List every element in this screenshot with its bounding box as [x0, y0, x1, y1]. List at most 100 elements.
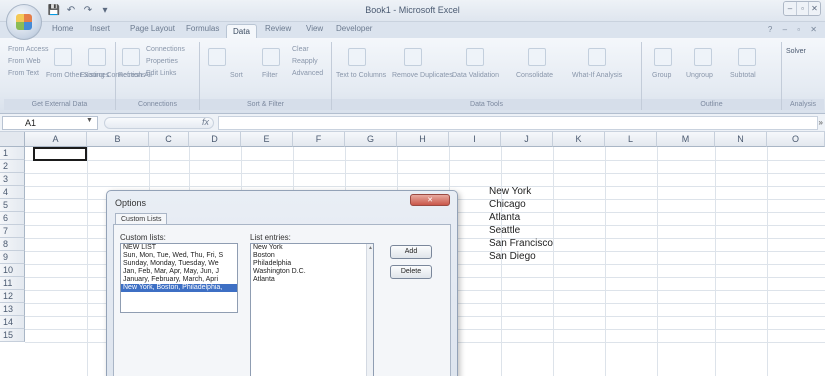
data-validation-button[interactable]: Data Validation [452, 72, 499, 79]
custom-list-item[interactable]: Jan, Feb, Mar, Apr, May, Jun, J [121, 268, 237, 276]
row-header-7[interactable]: 7 [0, 225, 25, 238]
cell-j7[interactable]: San Francisco [489, 238, 553, 249]
row-header-14[interactable]: 14 [0, 316, 25, 329]
list-entries-textbox[interactable]: New York Boston Philadelphia Washington … [250, 243, 374, 376]
column-header-n[interactable]: N [715, 132, 767, 147]
list-entries-scrollbar[interactable]: ▲ ▼ [366, 244, 373, 376]
from-other-sources-icon[interactable] [54, 48, 72, 66]
group-icon[interactable] [654, 48, 672, 66]
custom-list-item[interactable]: Sun, Mon, Tue, Wed, Thu, Fri, S [121, 252, 237, 260]
tab-data[interactable]: Data [226, 24, 257, 38]
row-header-15[interactable]: 15 [0, 329, 25, 342]
column-header-m[interactable]: M [657, 132, 715, 147]
solver-button[interactable]: Solver [786, 48, 806, 55]
column-header-l[interactable]: L [605, 132, 657, 147]
minimize-button[interactable]: – [784, 2, 796, 15]
row-header-6[interactable]: 6 [0, 212, 25, 225]
column-header-g[interactable]: G [345, 132, 397, 147]
cell-j8[interactable]: San Diego [489, 251, 536, 262]
expand-formula-bar-icon[interactable]: » [819, 118, 823, 127]
column-header-e[interactable]: E [241, 132, 293, 147]
text-to-columns-button[interactable]: Text to Columns [336, 72, 386, 79]
row-header-4[interactable]: 4 [0, 186, 25, 199]
what-if-analysis-button[interactable]: What-If Analysis [572, 72, 622, 79]
column-header-f[interactable]: F [293, 132, 345, 147]
name-box-dropdown-icon[interactable]: ▼ [86, 117, 93, 124]
edit-links-button[interactable]: Edit Links [146, 70, 176, 77]
tab-formulas[interactable]: Formulas [186, 24, 219, 33]
column-header-a[interactable]: A [25, 132, 87, 147]
row-header-10[interactable]: 10 [0, 264, 25, 277]
from-access-button[interactable]: From Access [8, 46, 48, 53]
refresh-all-icon[interactable] [122, 48, 140, 66]
row-header-2[interactable]: 2 [0, 160, 25, 173]
filter-button[interactable]: Filter [262, 72, 278, 79]
properties-button[interactable]: Properties [146, 58, 178, 65]
column-header-j[interactable]: J [501, 132, 553, 147]
cell-j3[interactable]: New York [489, 186, 531, 197]
custom-list-item[interactable]: Sunday, Monday, Tuesday, We [121, 260, 237, 268]
tab-view[interactable]: View [306, 24, 323, 33]
column-header-i[interactable]: I [449, 132, 501, 147]
ribbon-help-controls[interactable]: ? – ▫ ✕ [768, 25, 821, 34]
cell-j5[interactable]: Atlanta [489, 212, 520, 223]
custom-lists-listbox[interactable]: NEW LIST Sun, Mon, Tue, Wed, Thu, Fri, S… [120, 243, 238, 313]
tab-insert[interactable]: Insert [90, 24, 110, 33]
tab-page-layout[interactable]: Page Layout [130, 24, 175, 33]
sort-icon[interactable] [208, 48, 226, 66]
tab-home[interactable]: Home [52, 24, 73, 33]
row-header-12[interactable]: 12 [0, 290, 25, 303]
cell-j4[interactable]: Chicago [489, 199, 526, 210]
consolidate-icon[interactable] [528, 48, 546, 66]
delete-button[interactable]: Delete [390, 265, 432, 279]
cell-j6[interactable]: Seattle [489, 225, 520, 236]
ungroup-icon[interactable] [694, 48, 712, 66]
row-header-8[interactable]: 8 [0, 238, 25, 251]
subtotal-button[interactable]: Subtotal [730, 72, 756, 79]
advanced-button[interactable]: Advanced [292, 70, 323, 77]
dialog-close-button[interactable]: ✕ [410, 194, 450, 206]
custom-list-item[interactable]: NEW LIST [121, 244, 237, 252]
reapply-button[interactable]: Reapply [292, 58, 318, 65]
formula-input[interactable] [218, 116, 818, 130]
group-button[interactable]: Group [652, 72, 671, 79]
remove-duplicates-button[interactable]: Remove Duplicates [392, 72, 453, 79]
column-header-b[interactable]: B [87, 132, 149, 147]
from-web-button[interactable]: From Web [8, 58, 41, 65]
column-header-h[interactable]: H [397, 132, 449, 147]
column-header-k[interactable]: K [553, 132, 605, 147]
clear-button[interactable]: Clear [292, 46, 309, 53]
active-cell-a1[interactable] [33, 147, 87, 161]
column-header-o[interactable]: O [767, 132, 825, 147]
column-header-c[interactable]: C [149, 132, 189, 147]
close-button[interactable]: ✕ [808, 2, 820, 15]
subtotal-icon[interactable] [738, 48, 756, 66]
row-header-1[interactable]: 1 [0, 147, 25, 160]
scroll-up-icon[interactable]: ▲ [367, 245, 373, 251]
ungroup-button[interactable]: Ungroup [686, 72, 713, 79]
insert-function-icon[interactable]: fx [202, 117, 209, 127]
filter-icon[interactable] [262, 48, 280, 66]
row-header-5[interactable]: 5 [0, 199, 25, 212]
tab-review[interactable]: Review [265, 24, 291, 33]
custom-list-item-selected[interactable]: New York, Boston, Philadelphia, [121, 284, 237, 292]
what-if-analysis-icon[interactable] [588, 48, 606, 66]
add-button[interactable]: Add [390, 245, 432, 259]
select-all-corner[interactable] [0, 132, 25, 147]
consolidate-button[interactable]: Consolidate [516, 72, 553, 79]
row-header-3[interactable]: 3 [0, 173, 25, 186]
remove-duplicates-icon[interactable] [404, 48, 422, 66]
name-box[interactable]: A1 [2, 116, 98, 130]
row-header-9[interactable]: 9 [0, 251, 25, 264]
from-text-button[interactable]: From Text [8, 70, 39, 77]
existing-connections-icon[interactable] [88, 48, 106, 66]
tab-developer[interactable]: Developer [336, 24, 372, 33]
office-button[interactable] [6, 4, 42, 40]
maximize-button[interactable]: ▫ [796, 2, 808, 15]
column-header-d[interactable]: D [189, 132, 241, 147]
row-header-11[interactable]: 11 [0, 277, 25, 290]
connections-button[interactable]: Connections [146, 46, 185, 53]
row-header-13[interactable]: 13 [0, 303, 25, 316]
data-validation-icon[interactable] [466, 48, 484, 66]
text-to-columns-icon[interactable] [348, 48, 366, 66]
